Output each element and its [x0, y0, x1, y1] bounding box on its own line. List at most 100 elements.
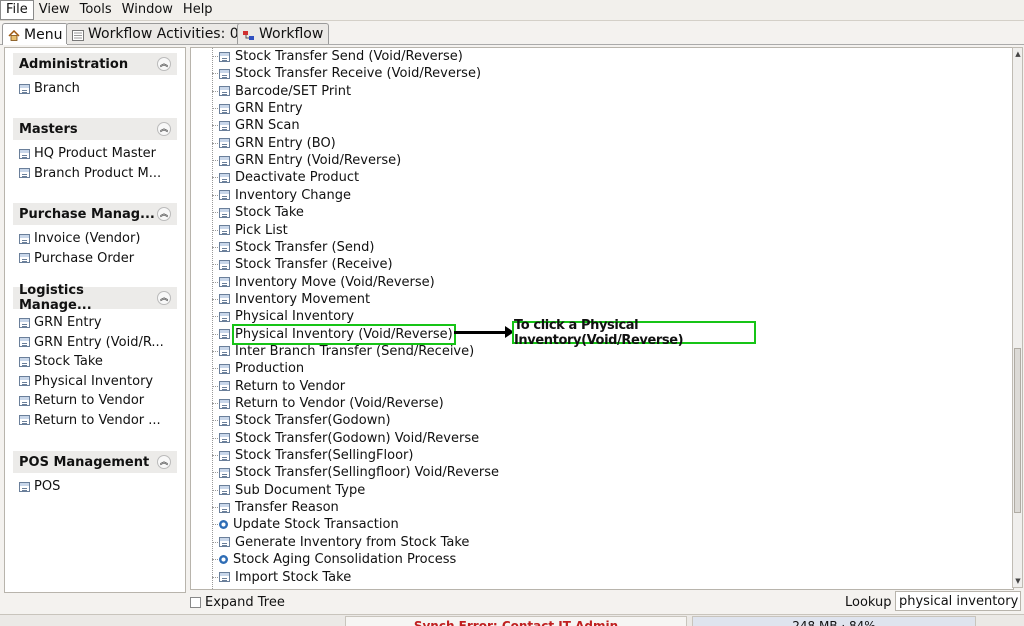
chevron-up-icon[interactable]: ︽ [157, 122, 171, 136]
menu-window[interactable]: Window [117, 1, 178, 19]
tree-item[interactable]: Stock Transfer (Send) [212, 239, 375, 256]
sidebar-item-purchase-order[interactable]: Purchase Order [19, 249, 177, 269]
tree-item[interactable]: Update Stock Transaction [212, 516, 399, 533]
sidebar-item-branch[interactable]: Branch [19, 79, 177, 99]
chevron-up-icon[interactable]: ︽ [157, 207, 171, 221]
chevron-up-icon[interactable]: ︽ [157, 57, 171, 71]
tree-item-label: Barcode/SET Print [235, 83, 352, 99]
lookup-input[interactable]: physical inventory [895, 591, 1021, 611]
tree-item[interactable]: Return to Vendor [212, 378, 346, 395]
document-icon [219, 485, 230, 496]
process-icon [219, 520, 228, 530]
document-icon [219, 346, 230, 357]
tree-connector [212, 142, 218, 144]
document-icon [219, 242, 230, 253]
sidebar-item-physical-inventory[interactable]: Physical Inventory [19, 372, 177, 392]
tree-item[interactable]: GRN Entry (BO) [212, 135, 336, 152]
tree-item[interactable]: Transfer Reason [212, 499, 339, 516]
section-header[interactable]: Logistics Manage... ︽ [13, 283, 177, 313]
section-header[interactable]: Purchase Manag... ︽ [13, 203, 177, 225]
menu-file[interactable]: File [0, 0, 34, 20]
menu-tools[interactable]: Tools [75, 1, 117, 19]
tab-workflow[interactable]: Workflow [237, 23, 330, 44]
scroll-up-icon[interactable]: ▲ [1014, 50, 1022, 58]
document-icon [219, 68, 230, 79]
section-header[interactable]: Administration ︽ [13, 53, 177, 75]
sidebar-item-return-to-vendor-void[interactable]: Return to Vendor ... [19, 411, 177, 431]
sidebar-item-grn-entry[interactable]: GRN Entry [19, 313, 177, 333]
tree-item[interactable]: Barcode/SET Print [212, 83, 352, 100]
scroll-down-icon[interactable]: ▼ [1014, 577, 1022, 585]
section-title: Masters [19, 121, 78, 137]
tree-connector [212, 350, 218, 352]
chevron-up-icon[interactable]: ︽ [157, 455, 171, 469]
tree-item[interactable]: Stock Transfer(SellingFloor) [212, 447, 413, 464]
tab-menu-label: Menu [24, 26, 63, 43]
document-icon [19, 337, 30, 348]
sidebar-item-hq-product-master[interactable]: HQ Product Master [19, 144, 177, 164]
tree-item[interactable]: Generate Inventory from Stock Take [212, 534, 470, 551]
tree-item[interactable]: Stock Take [212, 204, 304, 221]
tree-item[interactable]: Physical Inventory (Void/Reverse) [212, 323, 456, 345]
tree-item[interactable]: Inter Branch Transfer (Send/Receive) [212, 343, 474, 360]
tree-item[interactable]: Return to Vendor (Void/Reverse) [212, 395, 444, 412]
tree-item[interactable]: Stock Transfer (Receive) [212, 256, 393, 273]
document-icon [19, 168, 30, 179]
sidebar-item-invoice-vendor[interactable]: Invoice (Vendor) [19, 229, 177, 249]
document-icon [19, 233, 30, 244]
tab-workflow-activities[interactable]: Workflow Activities: 0 [66, 23, 245, 44]
tree-item[interactable]: Stock Transfer(Godown) [212, 412, 391, 429]
section-header[interactable]: POS Management ︽ [13, 451, 177, 473]
tree-item-label: Stock Transfer (Receive) [235, 257, 393, 273]
scroll-thumb[interactable] [1014, 348, 1021, 513]
tree-item[interactable]: Stock Transfer(Godown) Void/Reverse [212, 430, 479, 447]
tree-item-label: Stock Aging Consolidation Process [233, 552, 457, 568]
tree-connector [212, 541, 218, 543]
tree-item[interactable]: Production [212, 360, 305, 377]
tree-item[interactable]: Stock Aging Consolidation Process [212, 551, 457, 568]
sidebar-item-label: GRN Entry (Void/R... [34, 334, 164, 350]
tab-menu[interactable]: Menu [2, 23, 69, 45]
sidebar-item-grn-entry-void[interactable]: GRN Entry (Void/R... [19, 333, 177, 353]
tree-item[interactable]: GRN Entry [212, 100, 303, 117]
tree-item-label: Generate Inventory from Stock Take [235, 534, 470, 550]
tree-item[interactable]: Sub Document Type [212, 482, 365, 499]
section-header[interactable]: Masters ︽ [13, 118, 177, 140]
tree-item[interactable]: Stock Transfer Receive (Void/Reverse) [212, 65, 481, 82]
sidebar-item-branch-product-master[interactable]: Branch Product M... [19, 164, 177, 184]
tree-item[interactable]: Inventory Change [212, 187, 351, 204]
tree-item[interactable]: Import Stock Take [212, 569, 351, 586]
tree-item[interactable]: Deactivate Product [212, 169, 359, 186]
menu-help[interactable]: Help [178, 1, 218, 19]
menu-view[interactable]: View [34, 1, 75, 19]
document-icon [19, 395, 30, 406]
document-icon [219, 86, 230, 97]
document-icon [219, 103, 230, 114]
document-icon [19, 356, 30, 367]
tree-item-label: Production [235, 361, 305, 377]
tree-scrollbar[interactable]: ▲ ▼ [1012, 47, 1023, 588]
tree-item[interactable]: GRN Entry (Void/Reverse) [212, 152, 401, 169]
tree-item[interactable]: Pick List [212, 222, 288, 239]
tree-connector [212, 194, 218, 196]
tree-connector [212, 212, 218, 214]
sidebar-item-stock-take[interactable]: Stock Take [19, 352, 177, 372]
tree-item[interactable]: Inventory Movement [212, 291, 370, 308]
chevron-up-icon[interactable]: ︽ [157, 291, 171, 305]
tree-item[interactable]: Stock Transfer(Sellingfloor) Void/Revers… [212, 464, 499, 481]
sidebar-item-pos[interactable]: POS [19, 477, 177, 497]
document-icon [19, 253, 30, 264]
expand-tree-checkbox[interactable] [190, 596, 201, 608]
document-icon [219, 172, 230, 183]
tree-item-label: Return to Vendor [235, 378, 346, 394]
tree-item[interactable]: Stock Transfer Send (Void/Reverse) [212, 48, 463, 65]
sidebar-item-label: Stock Take [34, 354, 103, 370]
tree-item[interactable]: Physical Inventory [212, 308, 354, 325]
document-icon [219, 467, 230, 478]
tree-item[interactable]: GRN Scan [212, 117, 300, 134]
document-icon [19, 317, 30, 328]
sidebar-item-return-to-vendor[interactable]: Return to Vendor [19, 391, 177, 411]
tree-item[interactable]: Inventory Move (Void/Reverse) [212, 274, 435, 291]
tree-item-label: Stock Transfer (Send) [235, 239, 375, 255]
document-icon [219, 537, 230, 548]
